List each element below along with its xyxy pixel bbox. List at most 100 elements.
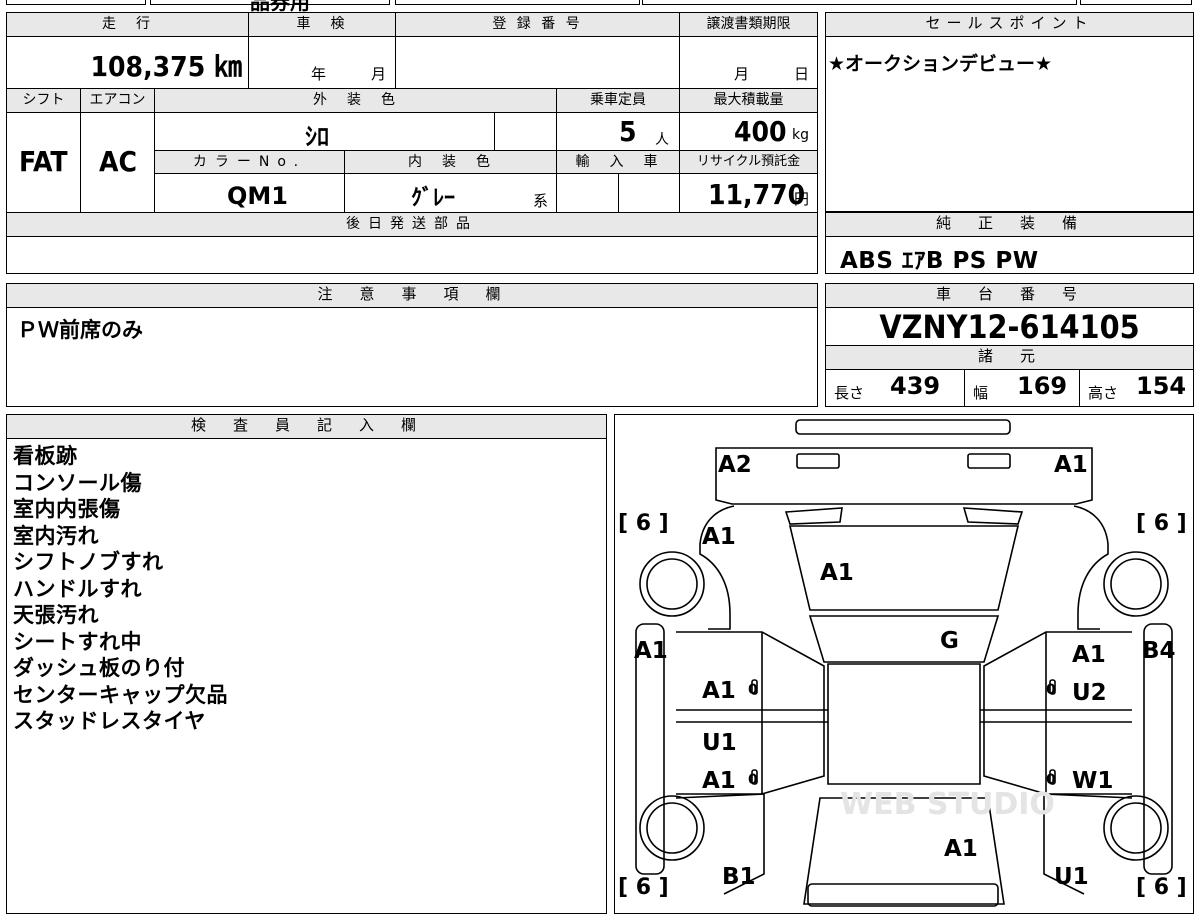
spec-height-label: 高さ <box>1088 384 1119 402</box>
specs-header: 諸 元 <box>826 346 1193 370</box>
inspection-cell: 年 月 <box>249 37 396 89</box>
exterior-color-header: 外 装 色 <box>155 89 557 113</box>
tire-front-right-label: [ 6 ] <box>1136 875 1187 900</box>
spec-length-label: 長さ <box>834 384 865 402</box>
wheel-rear-right <box>1103 551 1169 617</box>
spec-height-value: 154 <box>1136 372 1187 400</box>
tire-rear-right-label: [ 6 ] <box>1136 511 1187 536</box>
mark-g: G <box>940 628 959 654</box>
inspector-lines: 看板跡 コンソール傷 室内内張傷 室内汚れ シフトノブすれ ハンドルすれ 天張汚… <box>13 443 228 735</box>
spec-length-cell: 長さ 439 <box>826 370 965 406</box>
watermark: WEB STUDIO <box>840 787 1055 822</box>
later-parts-header: 後日発送部品 <box>7 213 817 237</box>
spec-height-cell: 高さ 154 <box>1080 370 1194 406</box>
cabin <box>827 663 981 785</box>
transfer-month-unit: 月 <box>734 65 750 83</box>
inspector-line: ハンドルすれ <box>13 576 142 601</box>
inspector-line: 室内汚れ <box>13 523 99 548</box>
capacity-value: 5 <box>619 115 637 148</box>
interior-color-suffix: 系 <box>533 192 549 210</box>
mark-a1-left-rear-fender: A1 <box>702 524 736 550</box>
aircon-header: エアコン <box>81 89 155 113</box>
windshield <box>808 615 1000 663</box>
genuine-equipment-value: ABS ｴｱB PS PW <box>840 248 1039 274</box>
interior-color-value: ｸﾞﾚｰ <box>411 186 456 211</box>
zero-mark: 0 <box>748 682 758 698</box>
transfer-deadline-header: 譲渡書類期限 <box>680 13 817 37</box>
mark-a1-left-side: A1 <box>634 638 668 664</box>
zero-mark: 0 <box>1046 682 1056 698</box>
shift-value: FAT <box>19 145 68 178</box>
notes-box: 注 意 事 項 欄 ＰＷ前席のみ <box>6 283 818 407</box>
color-no-cell: QM1 <box>155 174 345 213</box>
notes-value: ＰＷ前席のみ <box>17 318 143 342</box>
aircon-cell: AC <box>81 113 155 213</box>
mark-b4: B4 <box>1142 638 1176 664</box>
chassis-header: 車 台 番 号 <box>826 284 1193 308</box>
notes-header: 注 意 事 項 欄 <box>7 284 817 308</box>
color-no-header: カラーNo. <box>155 151 345 174</box>
inspector-line: シフトノブすれ <box>13 550 164 574</box>
rear-light-left <box>796 453 840 469</box>
diagram-top-tab <box>795 419 1011 435</box>
import-cell-a <box>557 174 619 213</box>
inspection-header: 車 検 <box>249 13 396 37</box>
capacity-unit: 人 <box>655 132 669 148</box>
rear-window-right <box>962 507 1024 525</box>
mark-b1: B1 <box>722 864 756 890</box>
sales-point-header: セールスポイント <box>826 13 1193 37</box>
rear-bumper <box>715 447 1093 505</box>
mark-a1-right-door-top: A1 <box>1072 642 1106 668</box>
max-load-header: 最大積載量 <box>680 89 817 113</box>
spec-width-label: 幅 <box>973 384 989 402</box>
tire-rear-left-label: [ 6 ] <box>618 511 669 536</box>
transfer-deadline-cell: 月 日 <box>680 37 817 89</box>
mark-a2: A2 <box>718 452 752 478</box>
mileage-value: 108,375 ㎞ <box>90 50 243 83</box>
spec-length-value: 439 <box>890 372 941 400</box>
sales-point-box: セールスポイント ★オークションデビュー★ <box>825 12 1194 212</box>
inspector-line: センターキャップ欠品 <box>13 682 228 707</box>
vehicle-info-table: 走 行 車 検 登 録 番 号 譲渡書類期限 108,375 ㎞ 年 月 月 日… <box>6 12 818 274</box>
mark-a1-rear-right: A1 <box>1054 452 1088 478</box>
exterior-color-extra-cell <box>495 113 557 151</box>
registration-header: 登 録 番 号 <box>396 13 680 37</box>
top-fragment-row: 品券用 <box>0 0 1200 14</box>
spec-width-cell: 幅 169 <box>965 370 1080 406</box>
max-load-value: 400 <box>734 115 787 148</box>
body-outline-right <box>1073 505 1109 630</box>
import-header: 輸 入 車 <box>557 151 680 174</box>
max-load-cell: 400 kg <box>680 113 817 151</box>
car-diagram: [ 6 ] [ 6 ] [ 6 ] [ 6 ] A2 A1 A1 A1 G A1… <box>618 419 1187 907</box>
rear-window-left <box>784 507 843 525</box>
tire-front-left-label: [ 6 ] <box>618 875 669 900</box>
inspector-header: 検 査 員 記 入 欄 <box>7 415 606 439</box>
chassis-value: VZNY12-614105 <box>826 308 1193 346</box>
mark-a1-hood: A1 <box>944 836 978 862</box>
recycle-fee-header: リサイクル預託金 <box>680 151 817 174</box>
transfer-day-unit: 日 <box>794 65 810 83</box>
shift-header: シフト <box>7 89 81 113</box>
left-doors <box>676 631 825 795</box>
registration-cell <box>396 37 680 89</box>
mark-a1-left-door-rear: A1 <box>702 678 736 704</box>
inspection-year-unit: 年 <box>311 65 327 83</box>
recycle-fee-cell: 11,770 円 <box>680 174 817 213</box>
mark-a1-roof: A1 <box>820 560 854 586</box>
mark-a1-left-door-front: A1 <box>702 768 736 794</box>
inspector-box: 検 査 員 記 入 欄 看板跡 コンソール傷 室内内張傷 室内汚れ シフトノブす… <box>6 414 607 914</box>
aircon-value: AC <box>99 145 137 178</box>
wheel-front-left <box>639 795 705 861</box>
inspector-line: シートすれ中 <box>13 629 142 654</box>
mileage-cell: 108,375 ㎞ <box>7 37 249 89</box>
exterior-color-value: ｼﾛ <box>305 123 329 151</box>
damage-diagram-box: [ 6 ] [ 6 ] [ 6 ] [ 6 ] A2 A1 A1 A1 G A1… <box>614 414 1194 914</box>
wheel-rear-left <box>639 551 705 617</box>
inspector-line: ダッシュ板のり付 <box>13 656 185 680</box>
interior-color-header: 内 装 色 <box>345 151 557 174</box>
zero-mark: 0 <box>748 772 758 788</box>
max-load-unit: kg <box>792 127 809 143</box>
front-grille <box>807 883 999 907</box>
mark-w1: W1 <box>1072 768 1113 794</box>
inspector-line: 室内内張傷 <box>13 497 121 521</box>
